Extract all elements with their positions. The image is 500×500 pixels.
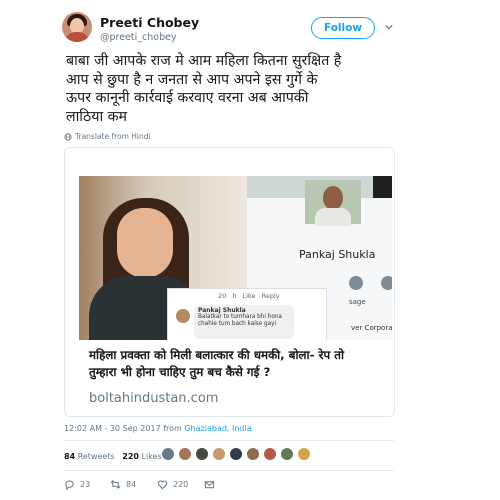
chevron-down-icon[interactable] (385, 23, 393, 31)
link-card[interactable]: Pankaj Shukla sage ver Corporati 20 h Li… (64, 147, 395, 417)
card-image: Pankaj Shukla sage ver Corporati 20 h Li… (79, 176, 392, 340)
liker-avatar[interactable] (280, 447, 294, 461)
location-link[interactable]: Ghaziabad, India (184, 424, 251, 433)
message-action[interactable] (204, 479, 215, 490)
user-handle[interactable]: @preeti_chobey (100, 32, 177, 43)
card-domain: boltahindustan.com (89, 391, 219, 406)
comment-bubble: Pankaj Shukla Balatkar to tumhara bhi ho… (194, 305, 294, 339)
liker-avatars (161, 447, 311, 461)
reply-action[interactable]: 23 (64, 479, 90, 490)
comment-author: Pankaj Shukla (198, 307, 246, 314)
divider (64, 470, 394, 471)
timestamp-time: 12:02 AM - 30 Sep 2017 from (64, 424, 185, 433)
reply-count: 23 (80, 480, 91, 489)
comment-avatar (176, 309, 190, 323)
follow-button[interactable]: Follow (311, 17, 375, 39)
likes-label[interactable]: Likes (142, 452, 162, 461)
tweet-actions: 23 84 220 (64, 479, 264, 493)
side-label: sage (349, 298, 366, 306)
retweet-icon (110, 480, 121, 489)
liker-avatar[interactable] (246, 447, 260, 461)
man-photo (305, 180, 361, 226)
comment-meta: 20 h Like Reply (218, 292, 280, 300)
retweet-action[interactable]: 84 (110, 479, 136, 490)
tweet-timestamp: 12:02 AM - 30 Sep 2017 from Ghaziabad, I… (64, 424, 252, 433)
card-title: महिला प्रवक्ता को मिली बलात्कार की धमकी,… (89, 348, 345, 379)
card-content: Pankaj Shukla sage ver Corporati 20 h Li… (79, 176, 392, 416)
like-count: 220 (173, 480, 189, 489)
retweets-label[interactable]: Retweets (78, 452, 115, 461)
liker-avatar[interactable] (195, 447, 209, 461)
envelope-icon (204, 481, 215, 489)
liker-avatar[interactable] (297, 447, 311, 461)
reply-icon (65, 480, 74, 490)
avatar[interactable] (62, 12, 92, 42)
retweets-count[interactable]: 84 (64, 452, 75, 461)
liker-avatar[interactable] (212, 447, 226, 461)
profile-icons (349, 276, 392, 290)
liker-avatar[interactable] (263, 447, 277, 461)
liker-avatar[interactable] (161, 447, 175, 461)
liker-avatar[interactable] (229, 447, 243, 461)
retweet-count: 84 (126, 480, 137, 489)
comment-snippet: 20 h Like Reply Pankaj Shukla Balatkar t… (167, 288, 327, 340)
profile-name-text: Pankaj Shukla (299, 248, 376, 261)
globe-icon (64, 132, 72, 141)
corp-label: ver Corporati (351, 324, 392, 332)
translate-link[interactable]: Translate from Hindi (64, 132, 151, 141)
likes-count[interactable]: 220 (122, 452, 139, 461)
liker-avatar[interactable] (178, 447, 192, 461)
user-name[interactable]: Preeti Chobey (100, 15, 199, 30)
tweet-stats: 84 Retweets 220 Likes (64, 452, 162, 461)
comment-text: Balatkar to tumhara bhi hona chahie tum … (198, 314, 282, 327)
translate-label: Translate from Hindi (75, 132, 151, 141)
divider (64, 440, 394, 441)
tweet-text: बाबा जी आपके राज मे आम महिला कितना सुरक्… (66, 53, 342, 125)
like-action[interactable]: 220 (157, 479, 188, 490)
heart-icon (157, 480, 168, 490)
